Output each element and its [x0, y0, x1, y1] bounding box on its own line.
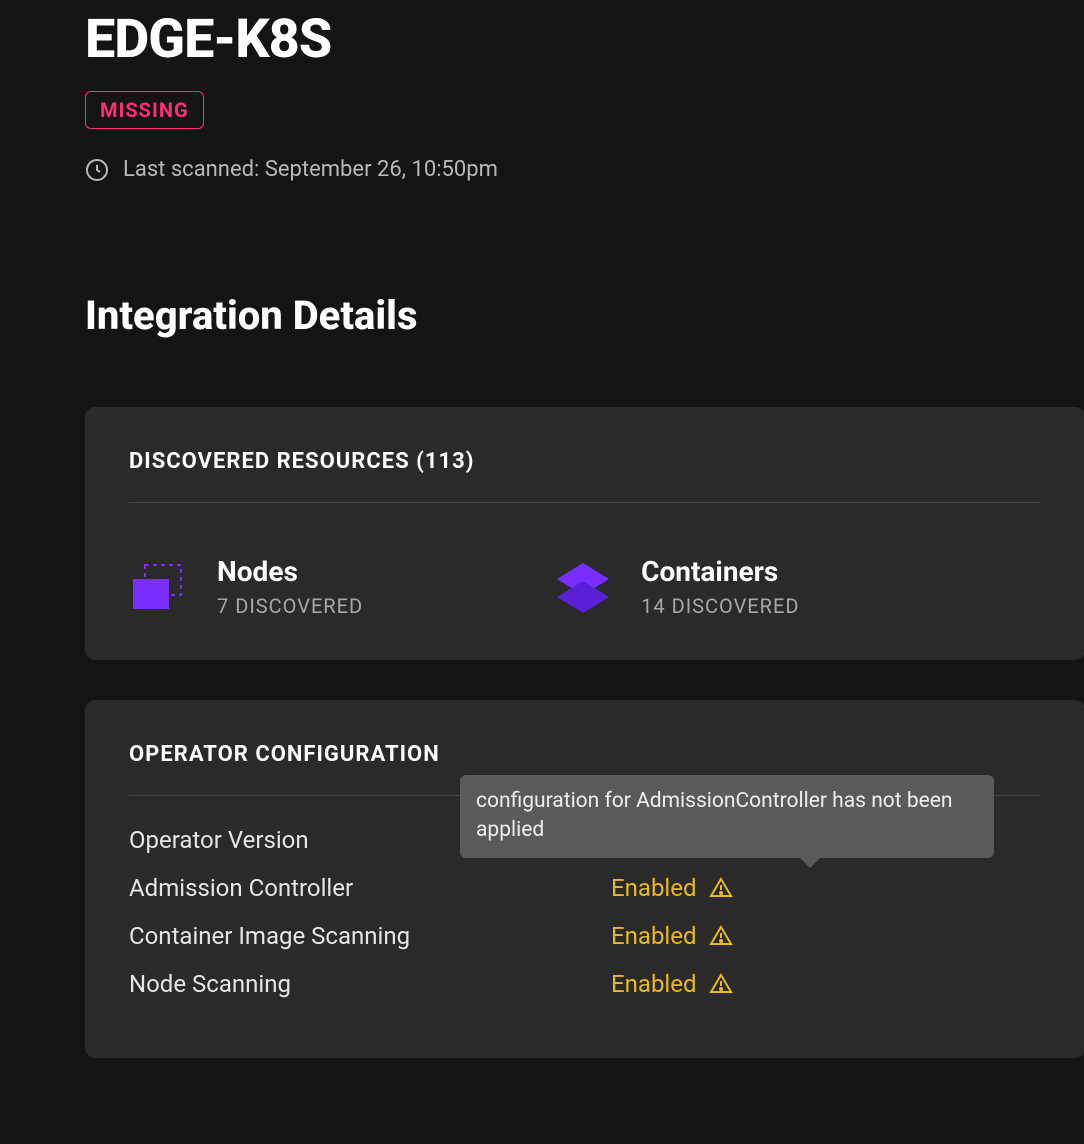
status-badge: MISSING — [85, 91, 204, 129]
config-value: Enabled — [611, 970, 733, 998]
operator-configuration-card: OPERATOR CONFIGURATION configuration for… — [85, 700, 1084, 1058]
warning-icon[interactable] — [709, 972, 733, 996]
last-scanned-row: Last scanned: September 26, 10:50pm — [85, 157, 1084, 182]
tooltip: configuration for AdmissionController ha… — [460, 775, 994, 858]
section-title: Integration Details — [85, 292, 1084, 339]
config-value-text: Enabled — [611, 970, 697, 998]
resource-item-nodes[interactable]: Nodes 7 DISCOVERED — [129, 555, 363, 618]
resource-item-containers[interactable]: Containers 14 DISCOVERED — [553, 555, 799, 618]
warning-icon[interactable] — [709, 924, 733, 948]
resource-name: Containers — [641, 555, 799, 588]
config-value-text: Enabled — [611, 922, 697, 950]
nodes-icon — [129, 557, 189, 617]
resource-sub: 14 DISCOVERED — [641, 594, 799, 618]
resource-name: Nodes — [217, 555, 363, 588]
config-row-admission-controller: Admission Controller Enabled — [129, 864, 1041, 912]
config-value-text: Enabled — [611, 874, 697, 902]
last-scanned-text: Last scanned: September 26, 10:50pm — [123, 157, 498, 182]
resource-sub: 7 DISCOVERED — [217, 594, 363, 618]
config-value: Enabled — [611, 922, 733, 950]
clock-icon — [85, 158, 109, 182]
warning-icon[interactable] — [709, 876, 733, 900]
layers-icon — [553, 557, 613, 617]
config-row-container-image-scanning: Container Image Scanning Enabled — [129, 912, 1041, 960]
config-label: Admission Controller — [129, 874, 611, 902]
discovered-resources-card: DISCOVERED RESOURCES (113) Nodes 7 DISCO… — [85, 407, 1084, 660]
discovered-resources-title: DISCOVERED RESOURCES (113) — [129, 449, 1041, 503]
config-label: Node Scanning — [129, 970, 611, 998]
page-title: EDGE-K8S — [85, 8, 1084, 71]
config-value: Enabled — [611, 874, 733, 902]
config-row-node-scanning: Node Scanning Enabled — [129, 960, 1041, 1008]
config-label: Container Image Scanning — [129, 922, 611, 950]
